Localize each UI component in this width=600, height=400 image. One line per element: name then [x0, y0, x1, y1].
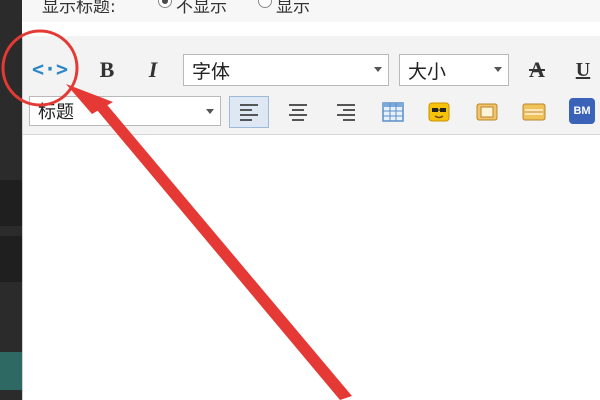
left-side-panel [0, 0, 22, 400]
show-title-label: 显示标题: [42, 0, 116, 17]
chevron-down-icon [494, 67, 502, 72]
insert-table-button[interactable] [379, 98, 407, 126]
image-icon [476, 103, 498, 121]
insert-emoji-button[interactable] [425, 98, 453, 126]
side-panel-band [0, 236, 22, 282]
underline-icon: U [575, 58, 591, 81]
align-right-button[interactable] [329, 96, 363, 128]
radio-show-title[interactable] [258, 0, 272, 8]
editor-content-area[interactable] [23, 135, 600, 400]
insert-media-button[interactable] [519, 98, 549, 126]
side-panel-band [0, 180, 22, 226]
side-panel-band [0, 352, 22, 390]
align-center-button[interactable] [281, 96, 315, 128]
show-title-row: 显示标题: 不显示 显示 [22, 0, 600, 22]
source-code-icon: <·> [31, 57, 69, 81]
radio-show-title-label: 显示 [276, 0, 310, 17]
rich-text-editor: <·> B I 字体 大小 A U 标题 BM [22, 36, 600, 400]
radio-hide-title[interactable] [158, 0, 172, 8]
font-size-select[interactable]: 大小 [399, 54, 509, 86]
table-icon [382, 102, 404, 122]
bold-icon: B [99, 57, 115, 82]
align-right-icon [337, 103, 355, 121]
bm-button[interactable]: BM [569, 98, 595, 124]
insert-image-button[interactable] [473, 98, 501, 126]
emoji-icon [428, 102, 450, 122]
strikethrough-button[interactable]: A [523, 56, 551, 84]
align-left-button[interactable] [229, 96, 269, 128]
radio-hide-title-label: 不显示 [176, 0, 227, 17]
editor-toolbar: <·> B I 字体 大小 A U 标题 BM [23, 36, 600, 135]
media-icon [522, 103, 546, 121]
italic-button[interactable]: I [141, 56, 165, 84]
align-center-icon [289, 103, 307, 121]
strikethrough-icon: A [529, 57, 545, 82]
heading-select[interactable]: 标题 [29, 96, 221, 126]
bold-button[interactable]: B [95, 56, 119, 84]
font-size-value: 大小 [408, 60, 447, 83]
bm-icon: BM [573, 105, 591, 117]
font-family-select[interactable]: 字体 [183, 54, 389, 86]
source-code-button[interactable]: <·> [31, 54, 69, 84]
chevron-down-icon [206, 109, 214, 114]
font-family-value: 字体 [192, 60, 231, 83]
chevron-down-icon [374, 67, 382, 72]
italic-icon: I [148, 57, 158, 82]
heading-value: 标题 [38, 102, 74, 123]
underline-button[interactable]: U [571, 56, 595, 84]
align-left-icon [240, 103, 258, 121]
